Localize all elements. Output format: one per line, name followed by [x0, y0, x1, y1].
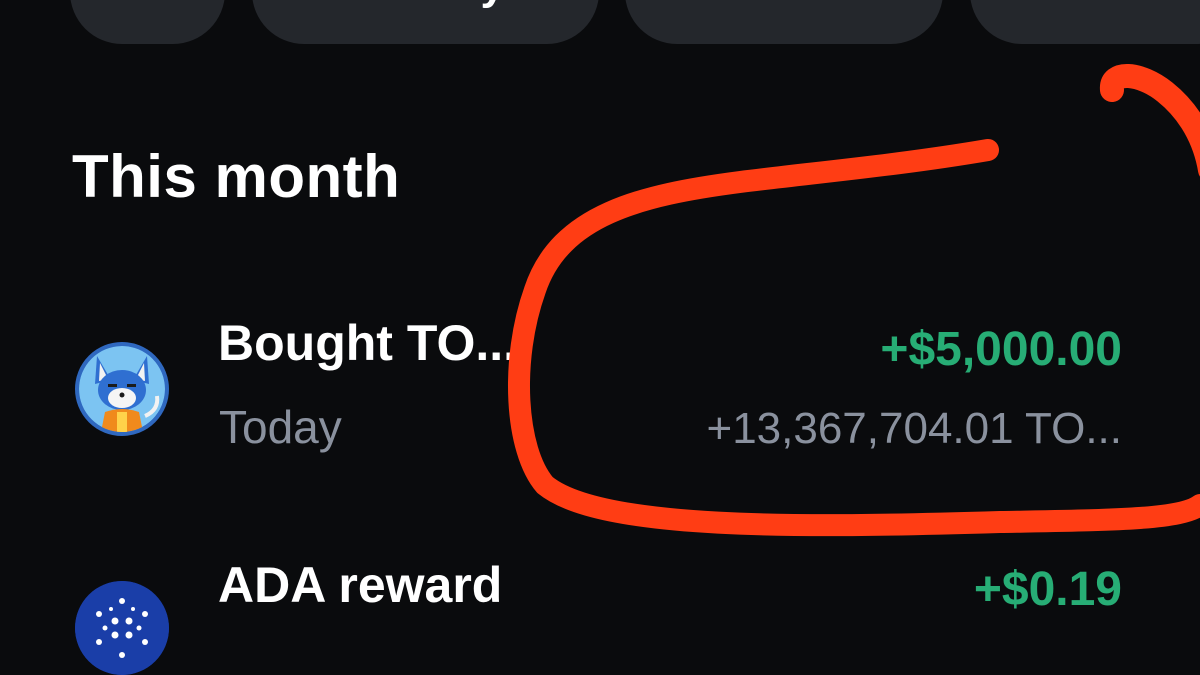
transaction-fiat-amount: +$0.19 — [973, 563, 1122, 616]
filter-chip-label: + — [135, 0, 161, 10]
section-title: This month — [72, 143, 401, 210]
filter-chip-asset[interactable]: Asset — [970, 0, 1200, 44]
transaction-date: Today — [219, 401, 342, 453]
filter-chip-label: Asset — [1050, 0, 1170, 10]
transaction-crypto-amount: +13,367,704.01 TO... — [706, 404, 1123, 453]
filter-chip-more[interactable]: + — [70, 0, 225, 44]
transaction-title: ADA reward — [218, 557, 503, 613]
transaction-row[interactable]: ADA reward +$0.19 — [0, 548, 1200, 675]
filter-chip-label: Activity — [346, 0, 505, 10]
filter-chip-label: Status — [717, 0, 851, 10]
transaction-title: Bought TO... — [218, 315, 518, 371]
cardano-ada-icon — [75, 581, 169, 675]
filter-chip-activity[interactable]: Activity — [252, 0, 599, 44]
transaction-fiat-amount: +$5,000.00 — [880, 323, 1122, 376]
transaction-row[interactable]: Bought TO... Today +$5,000.00 +13,367,70… — [0, 300, 1200, 480]
filter-chip-status[interactable]: Status — [625, 0, 943, 44]
fox-token-avatar-icon — [75, 342, 169, 436]
